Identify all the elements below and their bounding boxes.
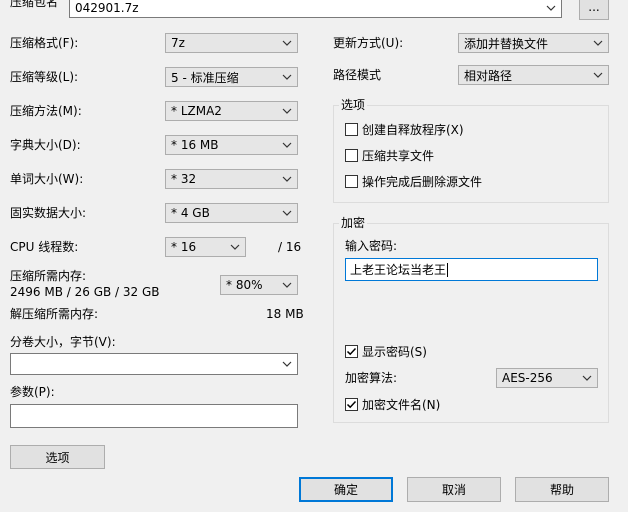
encryption-group-title: 加密 [339, 216, 368, 230]
mem-compress-label: 压缩所需内存: [10, 269, 87, 283]
sfx-checkbox[interactable] [345, 123, 358, 136]
threads-max: / 16 [278, 240, 302, 254]
chevron-down-icon [281, 172, 293, 186]
help-button[interactable]: 帮助 [515, 477, 609, 502]
chevron-down-icon [281, 138, 293, 152]
dict-value: * 16 MB [171, 138, 219, 152]
solid-label: 固实数据大小: [10, 206, 87, 220]
chevron-down-icon [592, 68, 604, 82]
params-label: 参数(P): [10, 385, 55, 399]
checkmark-icon [346, 347, 357, 356]
chevron-down-icon [229, 240, 241, 254]
mem-decompress-label: 解压缩所需内存: [10, 307, 99, 321]
archive-path-combo[interactable]: 042901.7z [69, 0, 562, 18]
cancel-button[interactable]: 取消 [407, 477, 501, 502]
mem-decompress-value: 18 MB [266, 307, 304, 321]
threads-value: * 16 [171, 240, 197, 254]
level-value: 5 - 标准压缩 [171, 70, 239, 85]
update-mode-select[interactable]: 添加并替换文件 [458, 33, 609, 53]
ok-button[interactable]: 确定 [299, 477, 393, 502]
shared-files-label: 压缩共享文件 [362, 149, 435, 163]
delete-after-label: 操作完成后删除源文件 [362, 175, 483, 189]
params-input[interactable] [10, 404, 298, 428]
volume-size-combo[interactable] [10, 353, 298, 375]
format-select[interactable]: 7z [165, 33, 298, 53]
memory-percent-select[interactable]: * 80% [220, 275, 298, 295]
password-label: 输入密码: [345, 239, 398, 253]
delete-after-checkbox[interactable] [345, 175, 358, 188]
shared-files-checkbox[interactable] [345, 149, 358, 162]
level-select[interactable]: 5 - 标准压缩 [165, 67, 298, 87]
show-password-label: 显示密码(S) [362, 345, 427, 359]
word-label: 单词大小(W): [10, 172, 84, 186]
chevron-down-icon [592, 36, 604, 50]
window-edge-right [628, 0, 636, 517]
encryption-method-value: AES-256 [502, 371, 553, 385]
threads-label: CPU 线程数: [10, 240, 79, 254]
chevron-down-icon [281, 36, 293, 50]
chevron-down-icon [281, 357, 293, 371]
archive-path-value: 042901.7z [75, 1, 139, 15]
encrypt-names-label: 加密文件名(N) [362, 398, 441, 412]
volume-label: 分卷大小，字节(V): [10, 335, 116, 349]
method-label: 压缩方法(M): [10, 104, 82, 118]
threads-select[interactable]: * 16 [165, 237, 246, 257]
sfx-label: 创建自释放程序(X) [362, 123, 464, 137]
options-group-title: 选项 [339, 98, 368, 112]
path-mode-label: 路径模式 [333, 68, 382, 82]
word-select[interactable]: * 32 [165, 169, 298, 189]
level-label: 压缩等级(L): [10, 70, 79, 84]
solid-value: * 4 GB [171, 206, 210, 220]
encryption-method-select[interactable]: AES-256 [496, 368, 598, 388]
memory-percent-value: * 80% [226, 278, 263, 292]
text-cursor [447, 262, 449, 277]
encrypt-names-checkbox[interactable] [345, 398, 358, 411]
chevron-down-icon [281, 278, 293, 292]
archive-label: 压缩包名 [10, 0, 59, 9]
format-value: 7z [171, 36, 185, 50]
chevron-down-icon [281, 206, 293, 220]
checkmark-icon [346, 400, 357, 409]
update-mode-value: 添加并替换文件 [464, 36, 549, 51]
chevron-down-icon [545, 1, 557, 15]
path-mode-select[interactable]: 相对路径 [458, 65, 609, 85]
dict-label: 字典大小(D): [10, 138, 81, 152]
path-mode-value: 相对路径 [464, 68, 513, 83]
chevron-down-icon [281, 104, 293, 118]
options-button[interactable]: 选项 [10, 445, 105, 469]
window-edge-bottom [0, 512, 636, 517]
chevron-down-icon [581, 371, 593, 385]
word-value: * 32 [171, 172, 197, 186]
password-value: 上老王论坛当老王 [350, 263, 447, 277]
password-input[interactable]: 上老王论坛当老王 [345, 258, 598, 281]
method-select[interactable]: * LZMA2 [165, 101, 298, 121]
show-password-checkbox[interactable] [345, 345, 358, 358]
dict-select[interactable]: * 16 MB [165, 135, 298, 155]
chevron-down-icon [281, 70, 293, 84]
format-label: 压缩格式(F): [10, 36, 79, 50]
encryption-method-label: 加密算法: [345, 371, 398, 385]
method-value: * LZMA2 [171, 104, 222, 118]
mem-compress-value: 2496 MB / 26 GB / 32 GB [10, 285, 160, 299]
solid-select[interactable]: * 4 GB [165, 203, 298, 223]
browse-button[interactable]: ... [579, 0, 609, 20]
update-mode-label: 更新方式(U): [333, 36, 404, 50]
